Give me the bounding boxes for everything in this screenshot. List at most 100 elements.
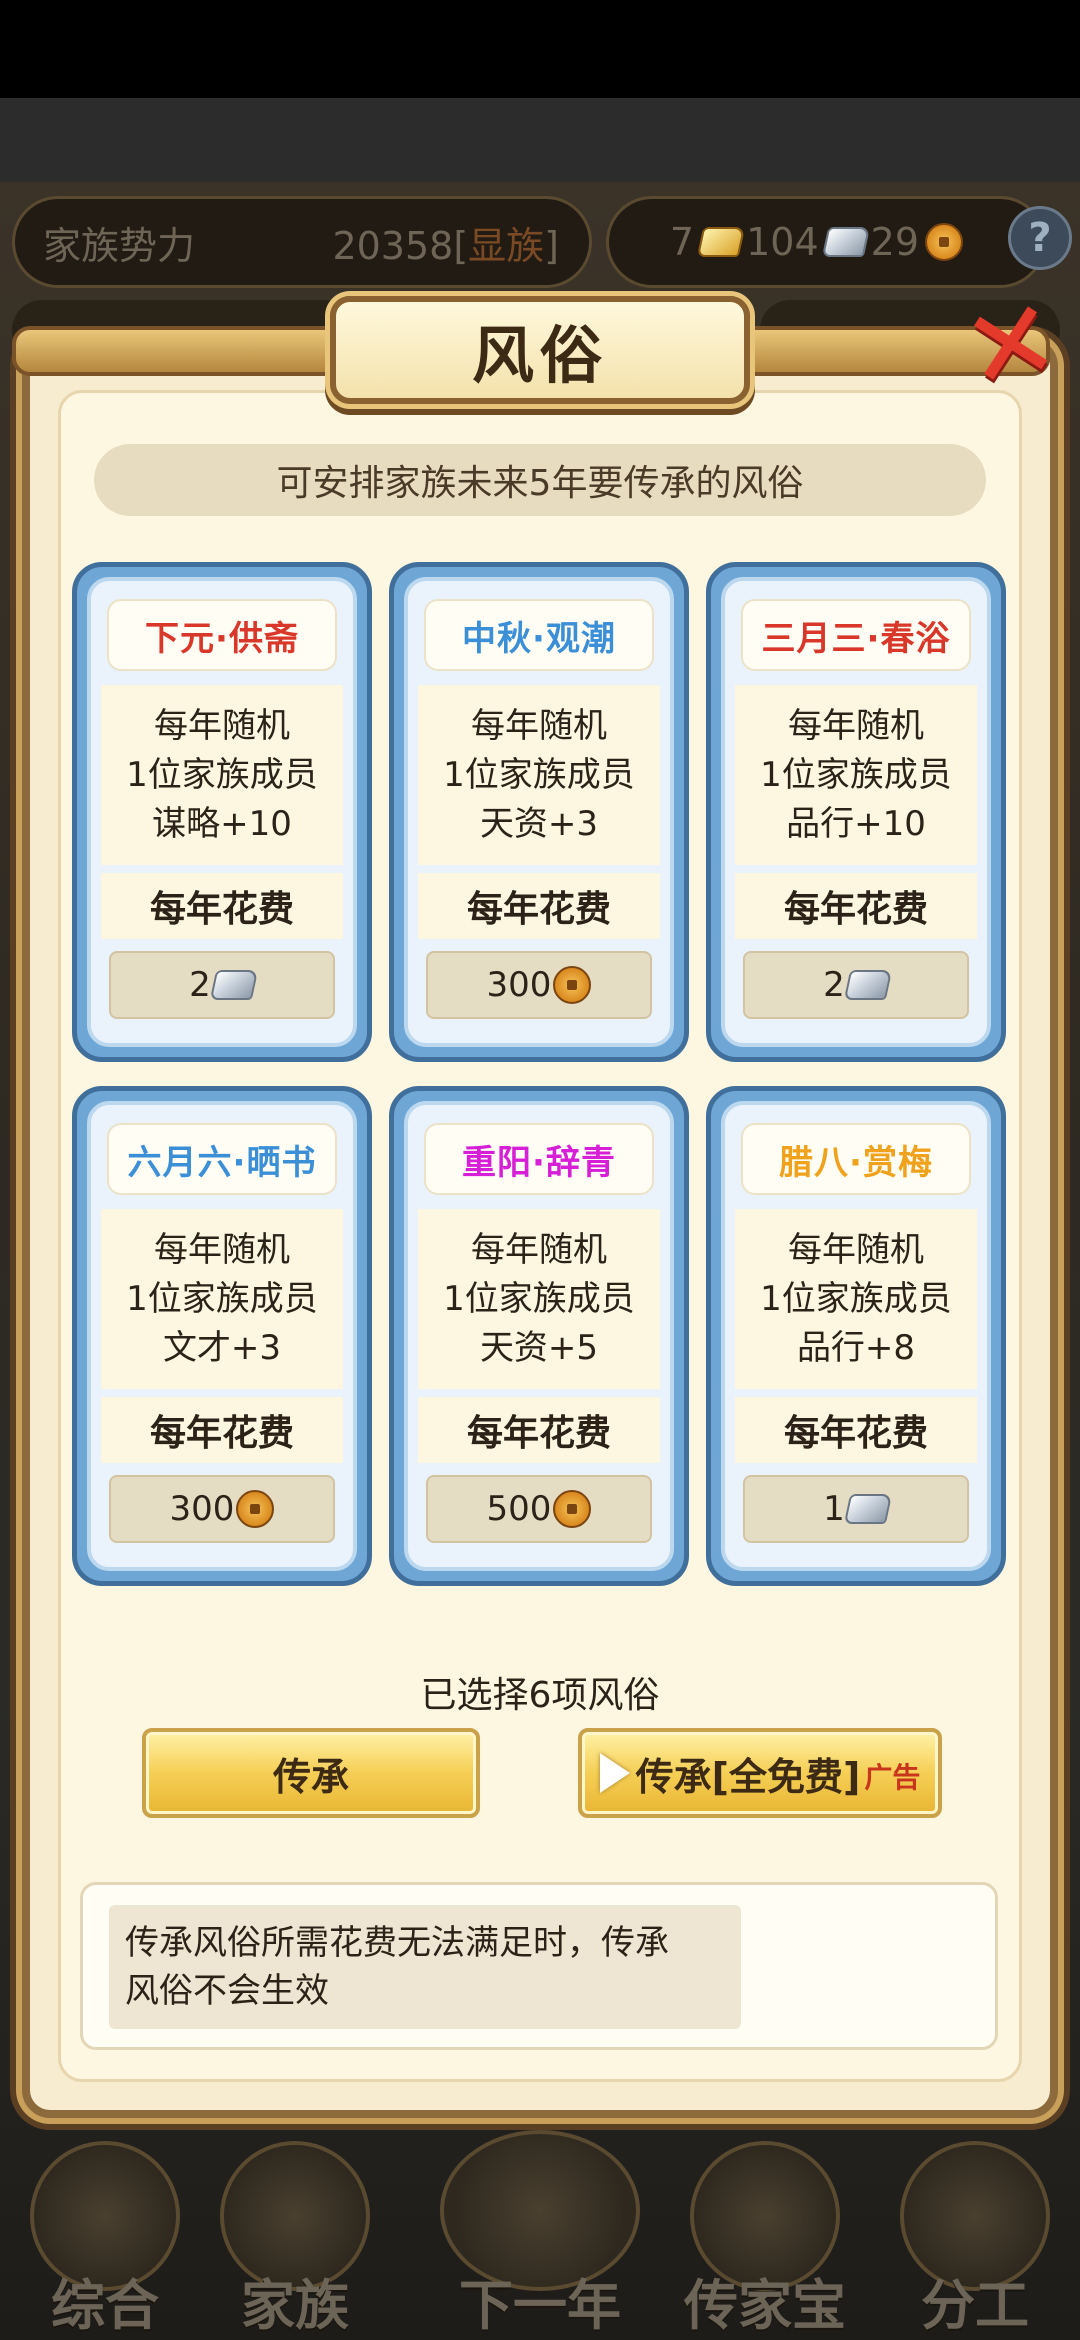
card-body: 三月三·春浴 每年随机 1位家族成员 品行+10 每年花费 2 [721,577,991,1047]
custom-card[interactable]: 三月三·春浴 每年随机 1位家族成员 品行+10 每年花费 2 [706,562,1006,1062]
card-effect: 品行+10 [786,803,926,844]
card-body: 中秋·观潮 每年随机 1位家族成员 天资+3 每年花费 300 [404,577,674,1047]
card-line2: 1位家族成员 [760,1278,952,1319]
card-line1: 每年随机 [788,1229,924,1270]
card-cost-value: 500 [486,1489,552,1529]
notice-line1: 传承风俗所需花费无法满足时，传承 [125,1923,669,1963]
card-title: 腊八·赏梅 [741,1123,971,1195]
nav-next-year[interactable]: 下一年 [420,2130,660,2340]
card-cost: 300 [426,951,652,1019]
card-body: 重阳·辞青 每年随机 1位家族成员 天资+5 每年花费 500 [404,1101,674,1571]
card-title: 下元·供斋 [107,599,337,671]
nav-general-label: 综合 [51,2274,159,2337]
card-title: 三月三·春浴 [741,599,971,671]
card-line1: 每年随机 [154,705,290,746]
ad-tag: 广告 [864,1761,921,1794]
card-effect: 品行+8 [796,1327,916,1368]
card-body: 六月六·晒书 每年随机 1位家族成员 文才+3 每年花费 300 [87,1101,357,1571]
close-button[interactable]: ✕ [946,273,1076,417]
card-cost-label: 每年花费 [418,873,660,939]
gold-count: 7 [669,220,695,264]
copper-coin-icon [925,223,963,261]
card-effect: 天资+5 [479,1327,599,1368]
nav-division[interactable]: 分工 [880,2130,1070,2340]
card-effect: 谋略+10 [152,803,292,844]
card-cost: 1 [743,1475,969,1543]
card-cost-value: 300 [486,965,552,1005]
family-power-rank-open: [ [453,223,469,268]
nav-heirloom[interactable]: 传家宝 [670,2130,860,2340]
selected-count-text: 已选择6项风俗 [420,1675,660,1716]
card-body: 下元·供斋 每年随机 1位家族成员 谋略+10 每年花费 2 [87,577,357,1047]
card-description: 每年随机 1位家族成员 天资+3 [418,685,660,865]
family-power-number: 20358 [332,223,454,268]
card-body: 腊八·赏梅 每年随机 1位家族成员 品行+8 每年花费 1 [721,1101,991,1571]
card-line2: 1位家族成员 [126,1278,318,1319]
card-line2: 1位家族成员 [443,1278,635,1319]
title-wing-left [12,326,330,376]
custom-card[interactable]: 下元·供斋 每年随机 1位家族成员 谋略+10 每年花费 2 [72,562,372,1062]
family-power-label: 家族势力 [43,223,196,268]
play-icon [599,1753,630,1793]
inherit-free-label: 传承[全免费] [635,1754,861,1799]
card-title: 中秋·观潮 [424,599,654,671]
nav-next-year-label: 下一年 [459,2274,621,2337]
card-title: 重阳·辞青 [424,1123,654,1195]
card-cost: 2 [743,951,969,1019]
card-cost-label: 每年花费 [418,1397,660,1463]
card-title: 六月六·晒书 [107,1123,337,1195]
family-power-pill: 家族势力 20358[显族] [12,196,592,288]
card-line2: 1位家族成员 [760,754,952,795]
card-line1: 每年随机 [471,1229,607,1270]
notice-box: 传承风俗所需花费无法满足时，传承 风俗不会生效 [80,1882,998,2050]
family-power-value: 20358[显族] [332,215,559,270]
nav-family-label: 家族 [241,2274,349,2337]
card-cost: 500 [426,1475,652,1543]
help-button[interactable]: ? [1008,206,1072,270]
inherit-button[interactable]: 传承 [142,1728,480,1818]
modal-title-plate: 风俗 [330,296,750,404]
inherit-free-ad-button[interactable]: 传承[全免费] 广告 [578,1728,942,1818]
silver-ingot-icon [821,227,870,257]
notice-line2: 风俗不会生效 [125,1971,329,2011]
card-cost-value: 2 [189,965,211,1005]
card-cost-value: 2 [823,965,845,1005]
card-cost-label: 每年花费 [101,873,343,939]
card-description: 每年随机 1位家族成员 文才+3 [101,1209,343,1389]
card-line1: 每年随机 [788,705,924,746]
coin-count: 29 [870,220,919,264]
status-bar [0,0,1080,98]
card-cost-label: 每年花费 [735,1397,977,1463]
custom-card[interactable]: 中秋·观潮 每年随机 1位家族成员 天资+3 每年花费 300 [389,562,689,1062]
card-cost: 300 [109,1475,335,1543]
card-cost-value: 1 [823,1489,845,1529]
card-effect: 文才+3 [162,1327,282,1368]
app-header-strip [0,98,1080,182]
card-line2: 1位家族成员 [443,754,635,795]
silver-ingot-icon [209,970,259,1000]
card-line1: 每年随机 [154,1229,290,1270]
card-cost: 2 [109,951,335,1019]
custom-card[interactable]: 六月六·晒书 每年随机 1位家族成员 文才+3 每年花费 300 [72,1086,372,1586]
card-line1: 每年随机 [471,705,607,746]
nav-general[interactable]: 综合 [10,2130,200,2340]
card-cost-label: 每年花费 [101,1397,343,1463]
copper-coin-icon [553,966,592,1004]
custom-card[interactable]: 重阳·辞青 每年随机 1位家族成员 天资+5 每年花费 500 [389,1086,689,1586]
modal-title: 风俗 [471,319,608,392]
card-description: 每年随机 1位家族成员 谋略+10 [101,685,343,865]
card-cost-value: 300 [169,1489,235,1529]
copper-coin-icon [236,1490,275,1528]
silver-ingot-icon [843,1494,893,1524]
silver-count: 104 [746,220,819,264]
card-cost-label: 每年花费 [735,873,977,939]
family-rank: 显族 [468,223,545,268]
gold-ingot-icon [696,227,746,257]
custom-card[interactable]: 腊八·赏梅 每年随机 1位家族成员 品行+8 每年花费 1 [706,1086,1006,1586]
modal-subtitle: 可安排家族未来5年要传承的风俗 [94,444,986,516]
inherit-button-label: 传承 [272,1754,349,1799]
nav-family[interactable]: 家族 [200,2130,390,2340]
bottom-nav: 综合 家族 下一年 传家宝 分工 [0,2130,1080,2340]
resources-pill: 7 104 29 [606,196,1046,288]
card-description: 每年随机 1位家族成员 品行+10 [735,685,977,865]
